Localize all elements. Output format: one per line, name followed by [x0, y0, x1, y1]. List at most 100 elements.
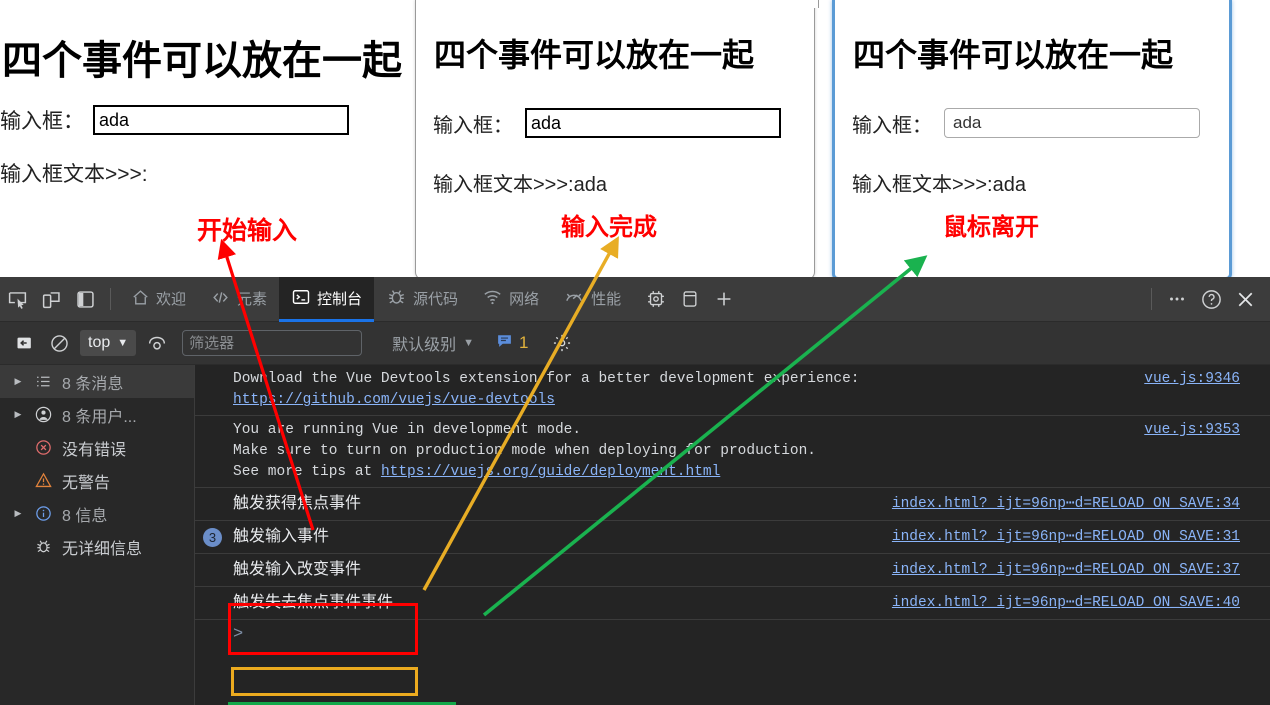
repeat-count-badge: 3 [203, 528, 222, 547]
annotation-label-3: 鼠标离开 [943, 214, 1039, 241]
tab-welcome[interactable]: 欢迎 [119, 277, 198, 322]
browser-panel-2: 四个事件可以放在一起 输入框： 输入框文本>>>:ada 输入完成 [415, 0, 819, 280]
tab-network[interactable]: 网络 [470, 277, 551, 322]
wifi-icon [482, 287, 503, 311]
log-source-input[interactable]: index.html?_ijt=96np⋯d=RELOAD_ON_SAVE:31 [892, 525, 1240, 549]
dock-side-icon[interactable] [68, 282, 102, 316]
sidebar-item-user-messages[interactable]: ▶ 8 条用户... [0, 398, 194, 431]
expand-triangle-icon[interactable]: ▶ [12, 376, 24, 387]
log-text-change: 触发输入改变事件 [233, 561, 362, 578]
sidebar-errors-label: 没有错误 [62, 441, 127, 459]
log-level-value: 默认级别 [392, 337, 457, 354]
console-filter-bar: top ▼ 默认级别 ▼ [0, 322, 1270, 365]
toolbar-divider [110, 288, 111, 310]
log-entry-focus-event[interactable]: 触发获得焦点事件 index.html?_ijt=96np⋯d=RELOAD_O… [195, 488, 1270, 521]
log-entry-dev-mode[interactable]: You are running Vue in development mode.… [195, 416, 1270, 488]
tab-console-label: 控制台 [317, 290, 363, 308]
log-entry-blur-event[interactable]: 触发失去焦点事件事件 index.html?_ijt=96np⋯d=RELOAD… [195, 587, 1270, 620]
expand-triangle-icon-3[interactable]: ▶ [12, 508, 24, 519]
annotation-label-1: 开始输入 [197, 217, 298, 245]
input-label-3: 输入框： [852, 114, 932, 137]
browser-panels-strip: 四个事件可以放在一起 输入框： 输入框文本>>>: 开始输入 四个事件可以放在一… [0, 0, 1270, 280]
warning-icon [32, 471, 54, 490]
sidebar-item-errors[interactable]: ▶ 没有错误 [0, 431, 194, 464]
console-prompt[interactable]: > [195, 620, 1270, 649]
issues-counter[interactable]: 1 [496, 332, 529, 354]
console-body: ▶ 8 条消息 ▶ 8 条用户... 没有错误 无警告 ▶ 8 信息 无详细信息… [0, 365, 1270, 705]
echo-text-3: 输入框文本>>>:ada [852, 174, 1026, 196]
annotation-label-2: 输入完成 [561, 214, 657, 241]
page-title-3: 四个事件可以放在一起 [853, 37, 1174, 73]
tab-console[interactable]: 控制台 [279, 276, 375, 322]
log-text-focus: 触发获得焦点事件 [233, 495, 362, 512]
chevron-down-icon-level: ▼ [463, 337, 475, 349]
log-entry-change-event[interactable]: 触发输入改变事件 index.html?_ijt=96np⋯d=RELOAD_O… [195, 554, 1270, 587]
code-icon [210, 288, 231, 311]
log-link-1[interactable]: https://github.com/vuejs/vue-devtools [233, 392, 555, 408]
sidebar-info-label: 8 信息 [62, 507, 108, 525]
list-icon [32, 373, 54, 390]
add-panel-icon[interactable] [707, 282, 741, 316]
text-input-2[interactable] [525, 108, 781, 138]
console-sidebar: ▶ 8 条消息 ▶ 8 条用户... 没有错误 无警告 ▶ 8 信息 无详细信息 [0, 365, 195, 705]
page-title-1: 四个事件可以放在一起 [2, 39, 402, 83]
bug-icon [386, 287, 407, 311]
gauge-icon [563, 287, 585, 311]
sidebar-user-messages-label: 8 条用户... [62, 408, 137, 426]
inspect-element-icon[interactable] [0, 282, 34, 316]
sidebar-item-verbose[interactable]: ▶ 无详细信息 [0, 530, 194, 563]
prompt-caret-icon: > [233, 625, 244, 644]
text-input-1[interactable] [93, 105, 349, 135]
tab-network-label: 网络 [509, 290, 540, 308]
log-source-focus[interactable]: index.html?_ijt=96np⋯d=RELOAD_ON_SAVE:34 [892, 492, 1240, 516]
log-text-input: 触发输入事件 [233, 528, 330, 545]
application-storage-icon[interactable] [673, 282, 707, 316]
sidebar-item-info[interactable]: ▶ 8 信息 [0, 497, 194, 530]
screenshot-root: 四个事件可以放在一起 输入框： 输入框文本>>>: 开始输入 四个事件可以放在一… [0, 0, 1270, 705]
memory-chip-icon[interactable] [639, 282, 673, 316]
expand-triangle-icon-2[interactable]: ▶ [12, 409, 24, 420]
tab-elements-label: 元素 [237, 290, 268, 308]
context-value: top [88, 334, 111, 351]
execution-context-select[interactable]: top ▼ [80, 330, 137, 356]
clear-console-icon[interactable] [8, 326, 42, 360]
live-expression-icon[interactable] [140, 326, 174, 360]
toolbar-divider-right [1151, 288, 1152, 310]
user-icon [32, 405, 54, 424]
log-link-2[interactable]: https://vuejs.org/guide/deployment.html [381, 464, 720, 480]
chevron-down-icon: ▼ [117, 337, 129, 349]
tab-performance-label: 性能 [591, 290, 622, 308]
tab-welcome-label: 欢迎 [156, 290, 187, 308]
tab-elements[interactable]: 元素 [198, 277, 279, 322]
log-source-blur[interactable]: index.html?_ijt=96np⋯d=RELOAD_ON_SAVE:40 [892, 591, 1240, 615]
no-entry-icon[interactable] [42, 326, 76, 360]
sidebar-item-warnings[interactable]: ▶ 无警告 [0, 464, 194, 497]
more-options-icon[interactable] [1160, 282, 1194, 316]
log-source-1[interactable]: vue.js:9346 [1144, 369, 1240, 390]
message-bubble-icon [496, 332, 513, 354]
log-level-select[interactable]: 默认级别 ▼ [392, 331, 474, 355]
tab-performance[interactable]: 性能 [551, 277, 633, 322]
help-icon[interactable] [1194, 282, 1228, 316]
input-label-1: 输入框： [0, 110, 84, 133]
log-source-change[interactable]: index.html?_ijt=96np⋯d=RELOAD_ON_SAVE:37 [892, 558, 1240, 582]
log-source-2[interactable]: vue.js:9353 [1144, 420, 1240, 441]
log-text-2b: Make sure to turn on production mode whe… [233, 443, 816, 459]
gear-icon[interactable] [545, 326, 579, 360]
close-icon[interactable] [1228, 282, 1262, 316]
device-toolbar-icon[interactable] [34, 282, 68, 316]
error-icon [32, 438, 54, 457]
log-text-2a: You are running Vue in development mode. [233, 422, 582, 438]
sidebar-item-messages[interactable]: ▶ 8 条消息 [0, 365, 194, 398]
console-log-area[interactable]: Download the Vue Devtools extension for … [195, 365, 1270, 705]
tab-sources-label: 源代码 [413, 290, 459, 308]
text-input-3[interactable] [944, 108, 1200, 138]
log-entry-input-event[interactable]: 3 触发输入事件 index.html?_ijt=96np⋯d=RELOAD_O… [195, 521, 1270, 554]
log-text-1: Download the Vue Devtools extension for … [233, 371, 860, 387]
filter-input[interactable] [182, 330, 363, 356]
tab-sources[interactable]: 源代码 [374, 277, 470, 322]
browser-panel-1: 四个事件可以放在一起 输入框： 输入框文本>>>: 开始输入 [0, 0, 402, 280]
devtools-window: 欢迎 元素 控制台 源代码 网络 性能 top ▼ 筛选器 默认级别 ▼ 1 ▶… [0, 276, 1270, 705]
log-entry-vue-devtools[interactable]: Download the Vue Devtools extension for … [195, 365, 1270, 416]
info-icon [32, 504, 54, 523]
